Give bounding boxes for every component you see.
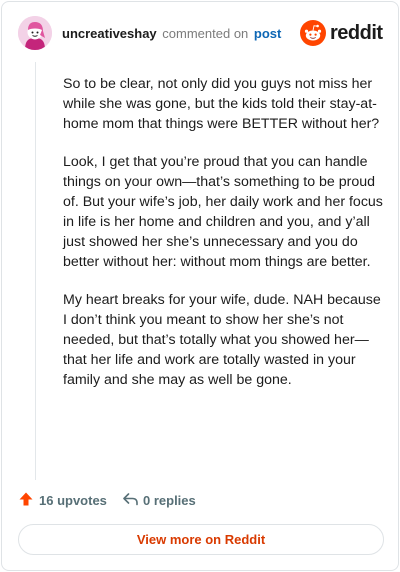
upvote-count: 16 upvotes: [39, 493, 107, 508]
comment-body: So to be clear, not only did you guys no…: [63, 74, 387, 408]
post-link[interactable]: post: [254, 26, 281, 41]
thread-line: [35, 62, 36, 480]
avatar-icon: [18, 16, 52, 50]
comment-paragraph: So to be clear, not only did you guys no…: [63, 76, 380, 132]
comment-paragraph: My heart breaks for your wife, dude. NAH…: [63, 292, 381, 388]
reply-button[interactable]: 0 replies: [122, 489, 212, 511]
reply-count: 0 replies: [143, 493, 196, 508]
comment-meta: uncreativeshay commented on post: [62, 26, 281, 42]
username-link[interactable]: uncreativeshay: [62, 26, 157, 41]
upvote-arrow-icon: [19, 492, 33, 506]
reddit-brand[interactable]: reddit: [300, 20, 383, 46]
reddit-logo-icon: [300, 20, 326, 46]
commented-on-text: commented on: [162, 26, 249, 41]
reddit-wordmark: reddit: [330, 22, 383, 44]
upvote-button[interactable]: 16 upvotes: [18, 489, 108, 511]
comment-paragraph: Look, I get that you’re proud that you c…: [63, 154, 383, 270]
comment-header: uncreativeshay commented on post reddit: [18, 16, 383, 52]
embedded-comment-card: uncreativeshay commented on post reddit …: [1, 1, 399, 571]
view-more-button[interactable]: View more on Reddit: [18, 524, 384, 555]
reply-arrow-icon: [123, 493, 138, 506]
user-avatar[interactable]: [18, 16, 52, 50]
